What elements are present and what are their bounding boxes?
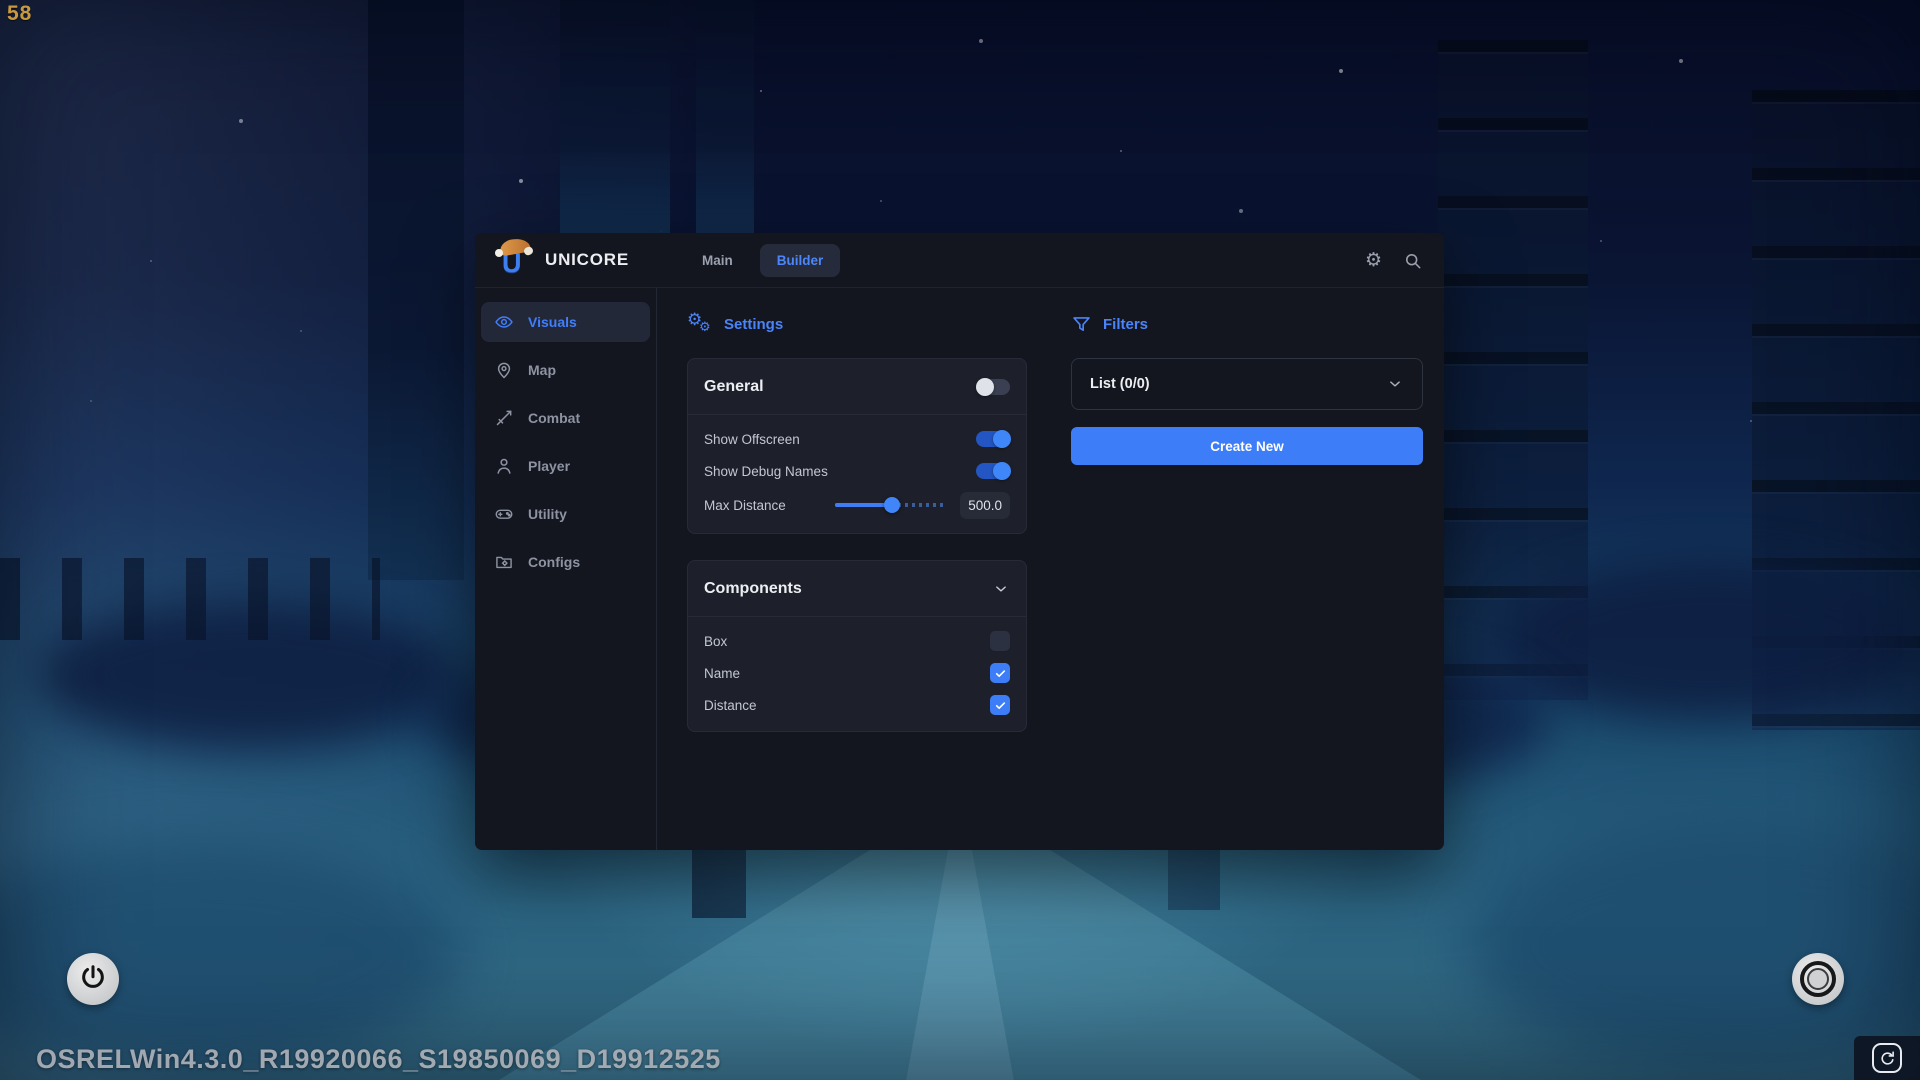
sidebar-item-label: Utility xyxy=(528,506,567,522)
tab-main[interactable]: Main xyxy=(685,244,750,277)
components-card: Components Box Name xyxy=(687,560,1027,732)
component-row-name: Name xyxy=(688,657,1026,689)
box-checkbox[interactable] xyxy=(990,631,1010,651)
player-icon xyxy=(494,456,514,476)
build-version-text: OSRELWin4.3.0_R19920066_S19850069_D19912… xyxy=(36,1044,721,1075)
sidebar-item-combat[interactable]: Combat xyxy=(481,398,650,438)
refresh-icon xyxy=(1879,1050,1896,1067)
unicore-window: U UNICORE Main Builder ⚙ Visuals xyxy=(475,233,1444,850)
setting-row-max-distance: Max Distance 500.0 xyxy=(688,487,1026,523)
chevron-down-icon xyxy=(1386,375,1404,393)
filter-list-dropdown[interactable]: List (0/0) xyxy=(1071,358,1423,410)
components-card-header[interactable]: Components xyxy=(688,561,1026,617)
sidebar-item-label: Visuals xyxy=(528,314,577,330)
general-card-header: General xyxy=(688,359,1026,415)
filters-header: Filters xyxy=(1071,310,1423,338)
slider-thumb[interactable] xyxy=(884,497,900,513)
sidebar-item-player[interactable]: Player xyxy=(481,446,650,486)
settings-title: Settings xyxy=(724,316,783,333)
sidebar-item-label: Map xyxy=(528,362,556,378)
brand-title: UNICORE xyxy=(545,250,629,270)
search-icon[interactable] xyxy=(1403,251,1422,270)
sword-icon xyxy=(494,408,514,428)
corner-toolbar xyxy=(1854,1036,1920,1080)
filters-column: Filters List (0/0) Create New xyxy=(1071,288,1423,850)
power-icon xyxy=(79,963,107,996)
create-new-button[interactable]: Create New xyxy=(1071,427,1423,465)
lens-icon xyxy=(1800,961,1836,997)
sidebar-item-utility[interactable]: Utility xyxy=(481,494,650,534)
gamepad-icon xyxy=(494,504,514,524)
show-offscreen-toggle[interactable] xyxy=(976,431,1010,447)
map-pin-icon xyxy=(494,360,514,380)
check-icon xyxy=(994,667,1007,680)
filter-icon xyxy=(1071,314,1092,335)
lens-button[interactable] xyxy=(1792,953,1844,1005)
settings-column: ⚙⚙ Settings General Show Offscreen xyxy=(687,288,1027,850)
refresh-button[interactable] xyxy=(1872,1043,1902,1073)
eye-icon xyxy=(494,312,514,332)
settings-header: ⚙⚙ Settings xyxy=(687,310,1027,338)
sidebar-item-visuals[interactable]: Visuals xyxy=(481,302,650,342)
power-button[interactable] xyxy=(67,953,119,1005)
components-title: Components xyxy=(704,580,802,598)
tab-builder[interactable]: Builder xyxy=(760,244,841,277)
distance-checkbox[interactable] xyxy=(990,695,1010,715)
sidebar-item-label: Configs xyxy=(528,554,580,570)
max-distance-value: 500.0 xyxy=(960,492,1010,519)
general-card: General Show Offscreen Show Debug Names xyxy=(687,358,1027,534)
settings-gears-icon: ⚙⚙ xyxy=(687,312,713,336)
sidebar: Visuals Map Combat Player xyxy=(475,288,657,850)
max-distance-slider[interactable] xyxy=(835,503,947,507)
window-header: U UNICORE Main Builder ⚙ xyxy=(475,233,1444,288)
header-actions: ⚙ xyxy=(1365,251,1422,270)
general-title: General xyxy=(704,378,764,396)
dropdown-value: List (0/0) xyxy=(1090,376,1150,392)
sidebar-item-label: Player xyxy=(528,458,570,474)
check-icon xyxy=(994,699,1007,712)
name-checkbox[interactable] xyxy=(990,663,1010,683)
tab-bar: Main Builder xyxy=(685,244,840,277)
fps-counter: 58 xyxy=(7,2,32,26)
component-row-box: Box xyxy=(688,625,1026,657)
folder-icon xyxy=(494,552,514,572)
setting-row-show-debug-names: Show Debug Names xyxy=(688,455,1026,487)
filters-title: Filters xyxy=(1103,316,1148,333)
sidebar-item-map[interactable]: Map xyxy=(481,350,650,390)
setting-row-show-offscreen: Show Offscreen xyxy=(688,423,1026,455)
gear-icon[interactable]: ⚙ xyxy=(1365,251,1382,270)
general-master-toggle[interactable] xyxy=(976,379,1010,395)
component-row-distance: Distance xyxy=(688,689,1026,721)
sidebar-item-configs[interactable]: Configs xyxy=(481,542,650,582)
unicore-logo-icon: U xyxy=(497,240,535,280)
show-debug-names-toggle[interactable] xyxy=(976,463,1010,479)
sidebar-item-label: Combat xyxy=(528,410,580,426)
chevron-down-icon xyxy=(992,580,1010,598)
